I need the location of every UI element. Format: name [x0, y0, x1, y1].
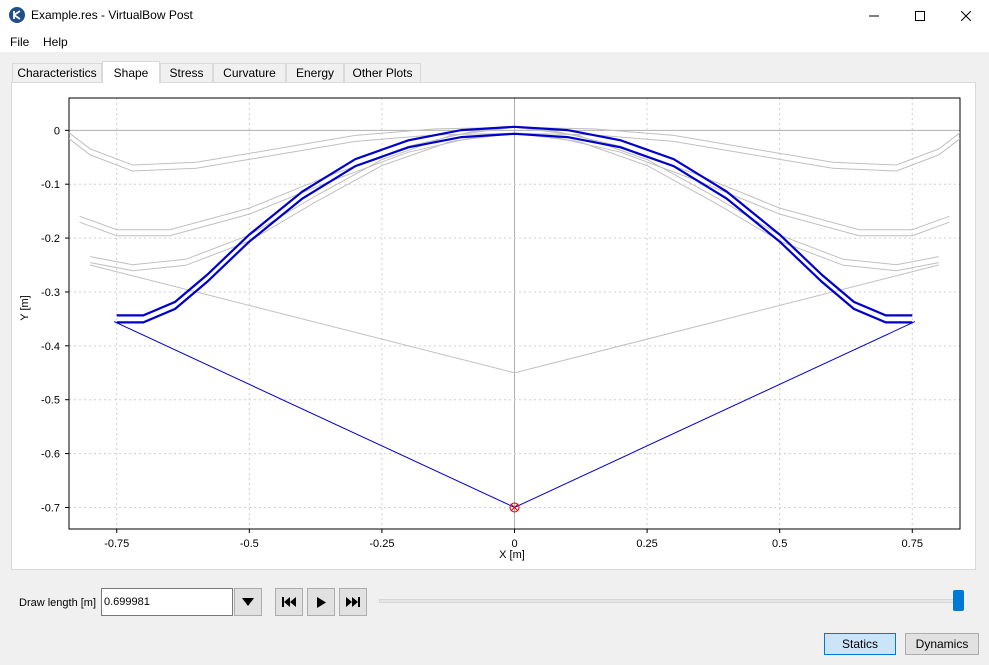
tab-curvature[interactable]: Curvature — [213, 63, 286, 82]
y-axis-ticks: 0 -0.1 -0.2 -0.3 -0.4 -0.5 -0.6 -0.7 — [41, 125, 69, 514]
x-tick-label: -0.75 — [104, 538, 129, 550]
menu-file[interactable]: File — [10, 35, 29, 49]
y-tick-label: -0.6 — [41, 449, 60, 461]
maximize-button[interactable] — [897, 0, 943, 31]
x-tick-label: -0.5 — [240, 538, 259, 550]
y-tick-label: -0.7 — [41, 502, 60, 514]
draw-length-input[interactable] — [101, 588, 233, 616]
maximize-icon — [915, 10, 925, 21]
shape-plot-panel: -0.75 -0.5 -0.25 0 0.25 0.5 0.75 0 -0.1 -0.2 -0.3… — [11, 82, 976, 570]
y-tick-label: -0.4 — [41, 341, 60, 353]
x-axis-label: X [m] — [499, 549, 525, 561]
x-tick-label: 0.75 — [902, 538, 923, 550]
y-axis-label: Y [m] — [19, 295, 31, 320]
minimize-icon — [869, 15, 879, 16]
tab-characteristics[interactable]: Characteristics — [12, 63, 102, 82]
x-tick-label: -0.25 — [369, 538, 394, 550]
close-icon — [961, 10, 971, 21]
minimize-button[interactable] — [851, 0, 897, 31]
y-tick-label: -0.5 — [41, 395, 60, 407]
play-button[interactable] — [307, 588, 335, 616]
skip-to-end-button[interactable] — [339, 588, 367, 616]
menu-bar: File Help — [0, 31, 989, 52]
x-tick-label: 0.5 — [772, 538, 787, 550]
title-bar: Example.res - VirtualBow Post — [0, 0, 989, 31]
shape-plot[interactable]: -0.75 -0.5 -0.25 0 0.25 0.5 0.75 0 -0.1 -0.2 -0.3… — [12, 83, 975, 569]
tab-energy[interactable]: Energy — [286, 63, 344, 82]
draw-length-dropdown-button[interactable] — [234, 588, 262, 616]
close-button[interactable] — [943, 0, 989, 31]
dynamics-button[interactable]: Dynamics — [905, 633, 979, 655]
tab-stress[interactable]: Stress — [160, 63, 213, 82]
y-tick-label: -0.3 — [41, 287, 60, 299]
app-logo-icon — [9, 7, 25, 23]
y-tick-label: 0 — [54, 125, 60, 137]
statics-button[interactable]: Statics — [824, 633, 896, 655]
tab-other-plots[interactable]: Other Plots — [344, 63, 421, 82]
skip-back-icon — [282, 597, 296, 607]
x-axis-ticks: -0.75 -0.5 -0.25 0 0.25 0.5 0.75 — [104, 529, 923, 550]
plot-grid — [69, 98, 960, 529]
menu-help[interactable]: Help — [43, 35, 68, 49]
draw-length-slider-thumb[interactable] — [953, 590, 964, 611]
window-title: Example.res - VirtualBow Post — [31, 8, 193, 22]
triangle-down-icon — [242, 598, 254, 606]
tab-shape[interactable]: Shape — [102, 61, 160, 83]
x-tick-label: 0.25 — [636, 538, 657, 550]
y-tick-label: -0.2 — [41, 233, 60, 245]
skip-to-start-button[interactable] — [275, 588, 303, 616]
draw-length-label: Draw length [m] — [19, 597, 97, 609]
skip-forward-icon — [346, 597, 360, 607]
draw-length-slider-track[interactable] — [379, 599, 962, 603]
play-icon — [317, 596, 326, 608]
y-tick-label: -0.1 — [41, 179, 60, 191]
